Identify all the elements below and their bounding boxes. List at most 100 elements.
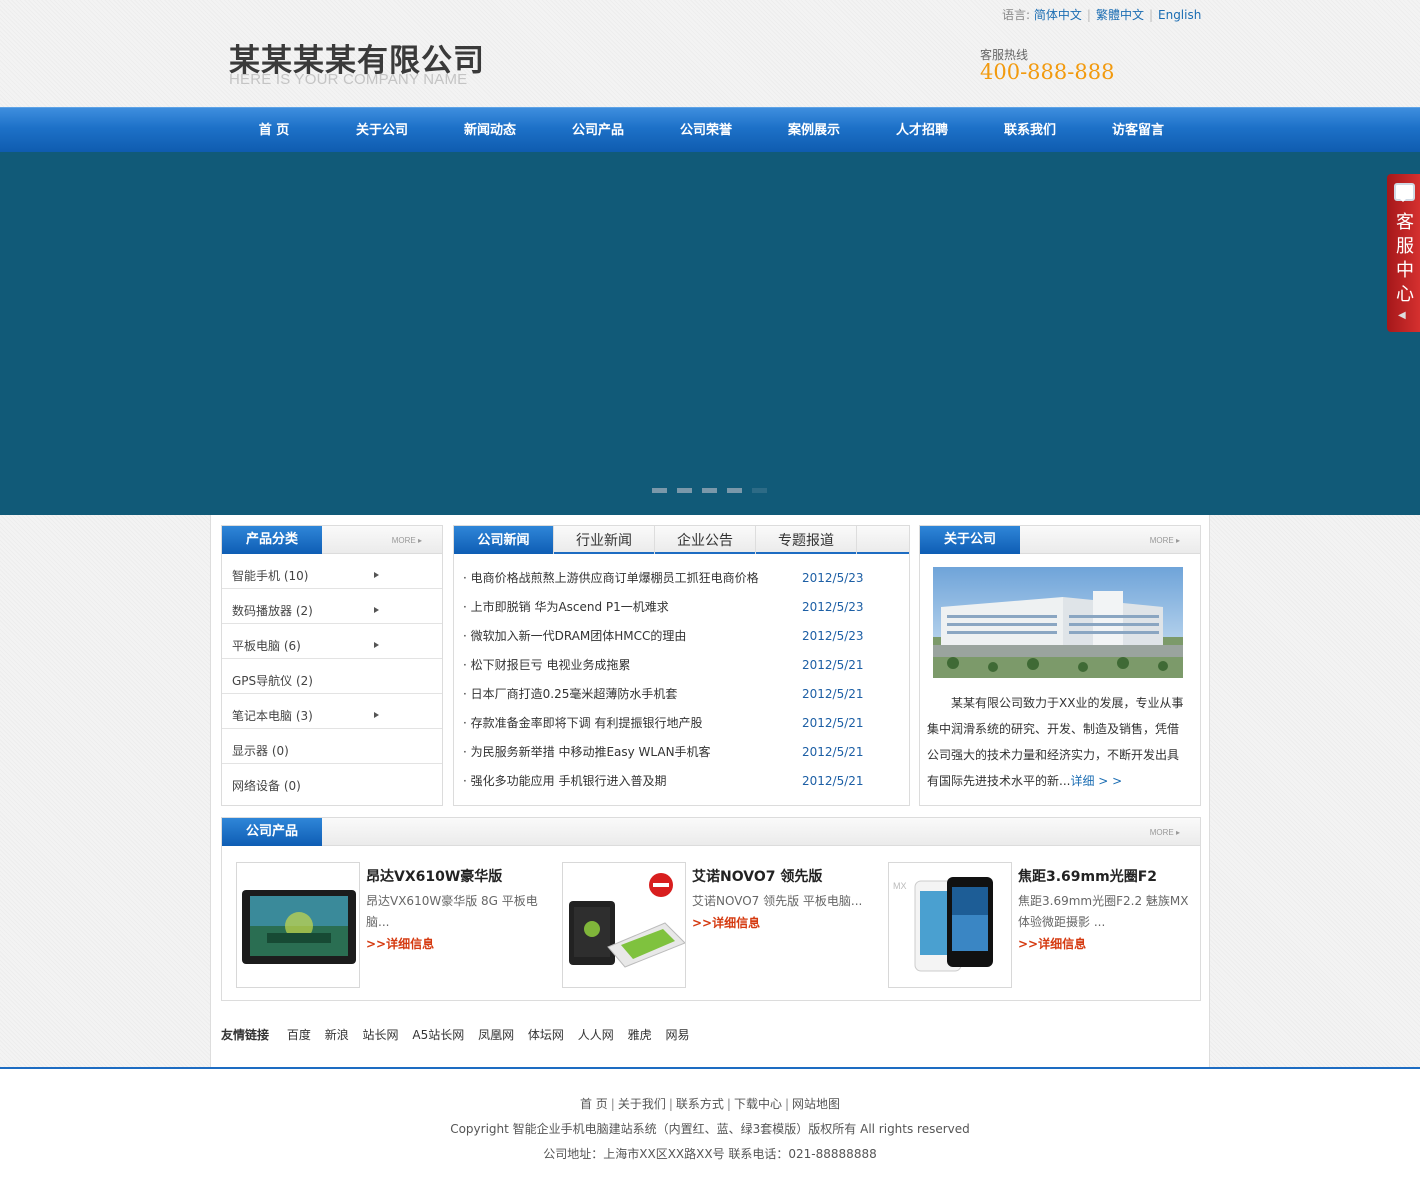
product-name[interactable]: 昂达VX610W豪华版: [366, 866, 502, 886]
language-switcher: 语言: 简体中文 | 繁體中文 | English: [1002, 8, 1202, 22]
category-item[interactable]: GPS导航仪 (2): [222, 659, 442, 694]
tab-special-reports[interactable]: 专题报道: [756, 526, 857, 554]
nav-products[interactable]: 公司产品: [548, 108, 648, 153]
about-detail-link[interactable]: 详细 > >: [1070, 774, 1122, 788]
main-nav: 首 页 关于公司 新闻动态 公司产品 公司荣誉 案例展示 人才招聘 联系我们 访…: [0, 107, 1420, 152]
friend-link[interactable]: 雅虎: [628, 1028, 652, 1042]
product-name[interactable]: 焦距3.69mm光圈F2: [1018, 866, 1157, 886]
category-list: 智能手机 (10) 数码播放器 (2) 平板电脑 (6) GPS导航仪 (2) …: [222, 554, 442, 799]
news-item[interactable]: · 日本厂商打造0.25毫米超薄防水手机套 2012/5/21: [463, 680, 903, 709]
tab-industry-news[interactable]: 行业新闻: [554, 526, 655, 554]
categories-more-link[interactable]: MORE ▸: [392, 536, 422, 545]
news-item[interactable]: · 上市即脱销 华为Ascend P1一机难求 2012/5/23: [463, 593, 903, 622]
footer-address: 公司地址：上海市XX区XX路XX号 联系电话：021-88888888: [543, 1147, 877, 1161]
products-more-link[interactable]: MORE ▸: [1150, 828, 1180, 837]
lang-english[interactable]: English: [1158, 8, 1201, 22]
product-detail-link[interactable]: >>详细信息: [692, 914, 760, 931]
product-desc: 焦距3.69mm光圈F2.2 魅族MX体验微距摄影 ...: [1018, 894, 1189, 929]
footer-links: 首 页 | 关于我们 | 联系方式 | 下载中心 | 网站地图: [579, 1097, 841, 1111]
arrow-right-icon: [374, 642, 382, 648]
news-item[interactable]: · 强化多功能应用 手机银行进入普及期 2012/5/21: [463, 767, 903, 796]
news-box: 公司新闻 行业新闻 企业公告 专题报道 · 电商价格战煎熬上游供应商订单爆棚员工…: [453, 525, 910, 806]
nav-jobs[interactable]: 人才招聘: [872, 108, 972, 153]
product-desc: 昂达VX610W豪华版 8G 平板电脑...: [366, 894, 538, 929]
category-item[interactable]: 笔记本电脑 (3): [222, 694, 442, 729]
friend-link[interactable]: 新浪: [325, 1028, 349, 1042]
category-item[interactable]: 网络设备 (0): [222, 764, 442, 799]
nav-cases[interactable]: 案例展示: [764, 108, 864, 153]
product-detail-link[interactable]: >>详细信息: [1018, 935, 1086, 952]
hotline-number: 400-888-888: [980, 60, 1115, 84]
footer-link-home[interactable]: 首 页: [580, 1097, 608, 1111]
category-item[interactable]: 平板电脑 (6): [222, 624, 442, 659]
nav-news[interactable]: 新闻动态: [440, 108, 540, 153]
product-desc: 艾诺NOVO7 领先版 平板电脑...: [692, 894, 863, 908]
footer-link-download[interactable]: 下载中心: [734, 1097, 782, 1111]
friend-link[interactable]: 网易: [665, 1028, 689, 1042]
svg-text:MX: MX: [893, 881, 907, 891]
news-item[interactable]: · 存款准备金率即将下调 有利提振银行地产股 2012/5/21: [463, 709, 903, 738]
company-logo-en: HERE IS YOUR COMPANY NAME: [229, 71, 468, 88]
footer: 首 页 | 关于我们 | 联系方式 | 下载中心 | 网站地图 Copyright 智能企业手机…: [0, 1067, 1420, 1194]
category-item[interactable]: 数码播放器 (2): [222, 589, 442, 624]
slider-dot[interactable]: [652, 488, 667, 493]
friend-link[interactable]: 人人网: [578, 1028, 614, 1042]
product-detail-link[interactable]: >>详细信息: [366, 935, 434, 952]
category-item[interactable]: 智能手机 (10): [222, 554, 442, 589]
main-content: 产品分类 MORE ▸ 智能手机 (10) 数码播放器 (2) 平板电脑 (6)…: [210, 515, 1210, 1067]
about-title: 关于公司: [920, 526, 1020, 554]
arrow-right-icon: [374, 572, 382, 578]
nav-home[interactable]: 首 页: [224, 108, 324, 153]
slider-dot-active[interactable]: [752, 488, 767, 493]
product-categories-title: 产品分类: [222, 526, 322, 554]
arrow-right-icon: [374, 607, 382, 613]
friend-link[interactable]: 百度: [287, 1028, 311, 1042]
news-item[interactable]: · 微软加入新一代DRAM团体HMCC的理由 2012/5/23: [463, 622, 903, 651]
product-image-novo7[interactable]: [562, 862, 686, 988]
slider-dot[interactable]: [702, 488, 717, 493]
friend-link[interactable]: 体坛网: [528, 1028, 564, 1042]
footer-link-sitemap[interactable]: 网站地图: [792, 1097, 840, 1111]
products-box: 公司产品 MORE ▸ 昂达VX610W豪华版 昂达VX610W豪华版 8G 平…: [221, 817, 1201, 1001]
customer-service-tab[interactable]: 客服中心 ◀: [1387, 174, 1420, 332]
product-name[interactable]: 艾诺NOVO7 领先版: [692, 866, 822, 886]
friend-link[interactable]: 站长网: [363, 1028, 399, 1042]
nav-contact[interactable]: 联系我们: [980, 108, 1080, 153]
header: 某某某某有限公司 HERE IS YOUR COMPANY NAME 语言: 简…: [0, 0, 1420, 107]
product-image-phone[interactable]: MX: [888, 862, 1012, 988]
slider-dot[interactable]: [727, 488, 742, 493]
friend-link[interactable]: A5站长网: [412, 1028, 464, 1042]
nav-guestbook[interactable]: 访客留言: [1088, 108, 1188, 153]
friend-links-label: 友情链接: [221, 1028, 270, 1042]
tab-announcements[interactable]: 企业公告: [655, 526, 756, 554]
news-item[interactable]: · 为民服务新举措 中移动推Easy WLAN手机客 2012/5/21: [463, 738, 903, 767]
product-card: MX 焦距3.69mm光圈F2 焦距3.69mm光圈F2.2 魅族MX体验微距摄…: [888, 862, 1208, 988]
friend-links: 友情链接 百度 新浪 站长网 A5站长网 凤凰网 体坛网 人人网 雅虎 网易: [221, 1026, 689, 1043]
news-item[interactable]: · 松下财报巨亏 电视业务成拖累 2012/5/21: [463, 651, 903, 680]
product-image-tablet[interactable]: [236, 862, 360, 988]
company-building-image[interactable]: [933, 567, 1183, 678]
nav-honors[interactable]: 公司荣誉: [656, 108, 756, 153]
footer-link-about[interactable]: 关于我们: [618, 1097, 666, 1111]
banner-slider[interactable]: [0, 152, 1420, 515]
chat-bubble-icon: [1394, 183, 1415, 202]
news-item[interactable]: · 电商价格战煎熬上游供应商订单爆棚员工抓狂电商价格 2012/5/23: [463, 564, 903, 593]
news-tabs: 公司新闻 行业新闻 企业公告 专题报道: [454, 526, 909, 554]
footer-link-contact[interactable]: 联系方式: [676, 1097, 724, 1111]
customer-service-label: 客服中心: [1396, 212, 1414, 305]
products-title: 公司产品: [222, 818, 322, 846]
about-more-link[interactable]: MORE ▸: [1150, 536, 1180, 545]
language-label: 语言:: [1002, 8, 1031, 22]
friend-link[interactable]: 凤凰网: [478, 1028, 514, 1042]
nav-about[interactable]: 关于公司: [332, 108, 432, 153]
slider-dot[interactable]: [677, 488, 692, 493]
lang-simplified[interactable]: 简体中文: [1034, 8, 1082, 22]
product-categories-box: 产品分类 MORE ▸ 智能手机 (10) 数码播放器 (2) 平板电脑 (6)…: [221, 525, 443, 806]
about-box: 关于公司 MORE ▸ 某某有限公司致力于XX业的发展，专业从事集中润滑系统的研…: [919, 525, 1201, 806]
product-card: 艾诺NOVO7 领先版 艾诺NOVO7 领先版 平板电脑... >>详细信息: [562, 862, 882, 988]
category-item[interactable]: 显示器 (0): [222, 729, 442, 764]
about-description: 某某有限公司致力于XX业的发展，专业从事集中润滑系统的研究、开发、制造及销售，凭…: [927, 696, 1184, 788]
footer-copyright: Copyright 智能企业手机电脑建站系统（内置红、蓝、绿3套模版）版权所有 …: [450, 1122, 970, 1136]
tab-company-news[interactable]: 公司新闻: [454, 526, 554, 554]
lang-traditional[interactable]: 繁體中文: [1096, 8, 1144, 22]
